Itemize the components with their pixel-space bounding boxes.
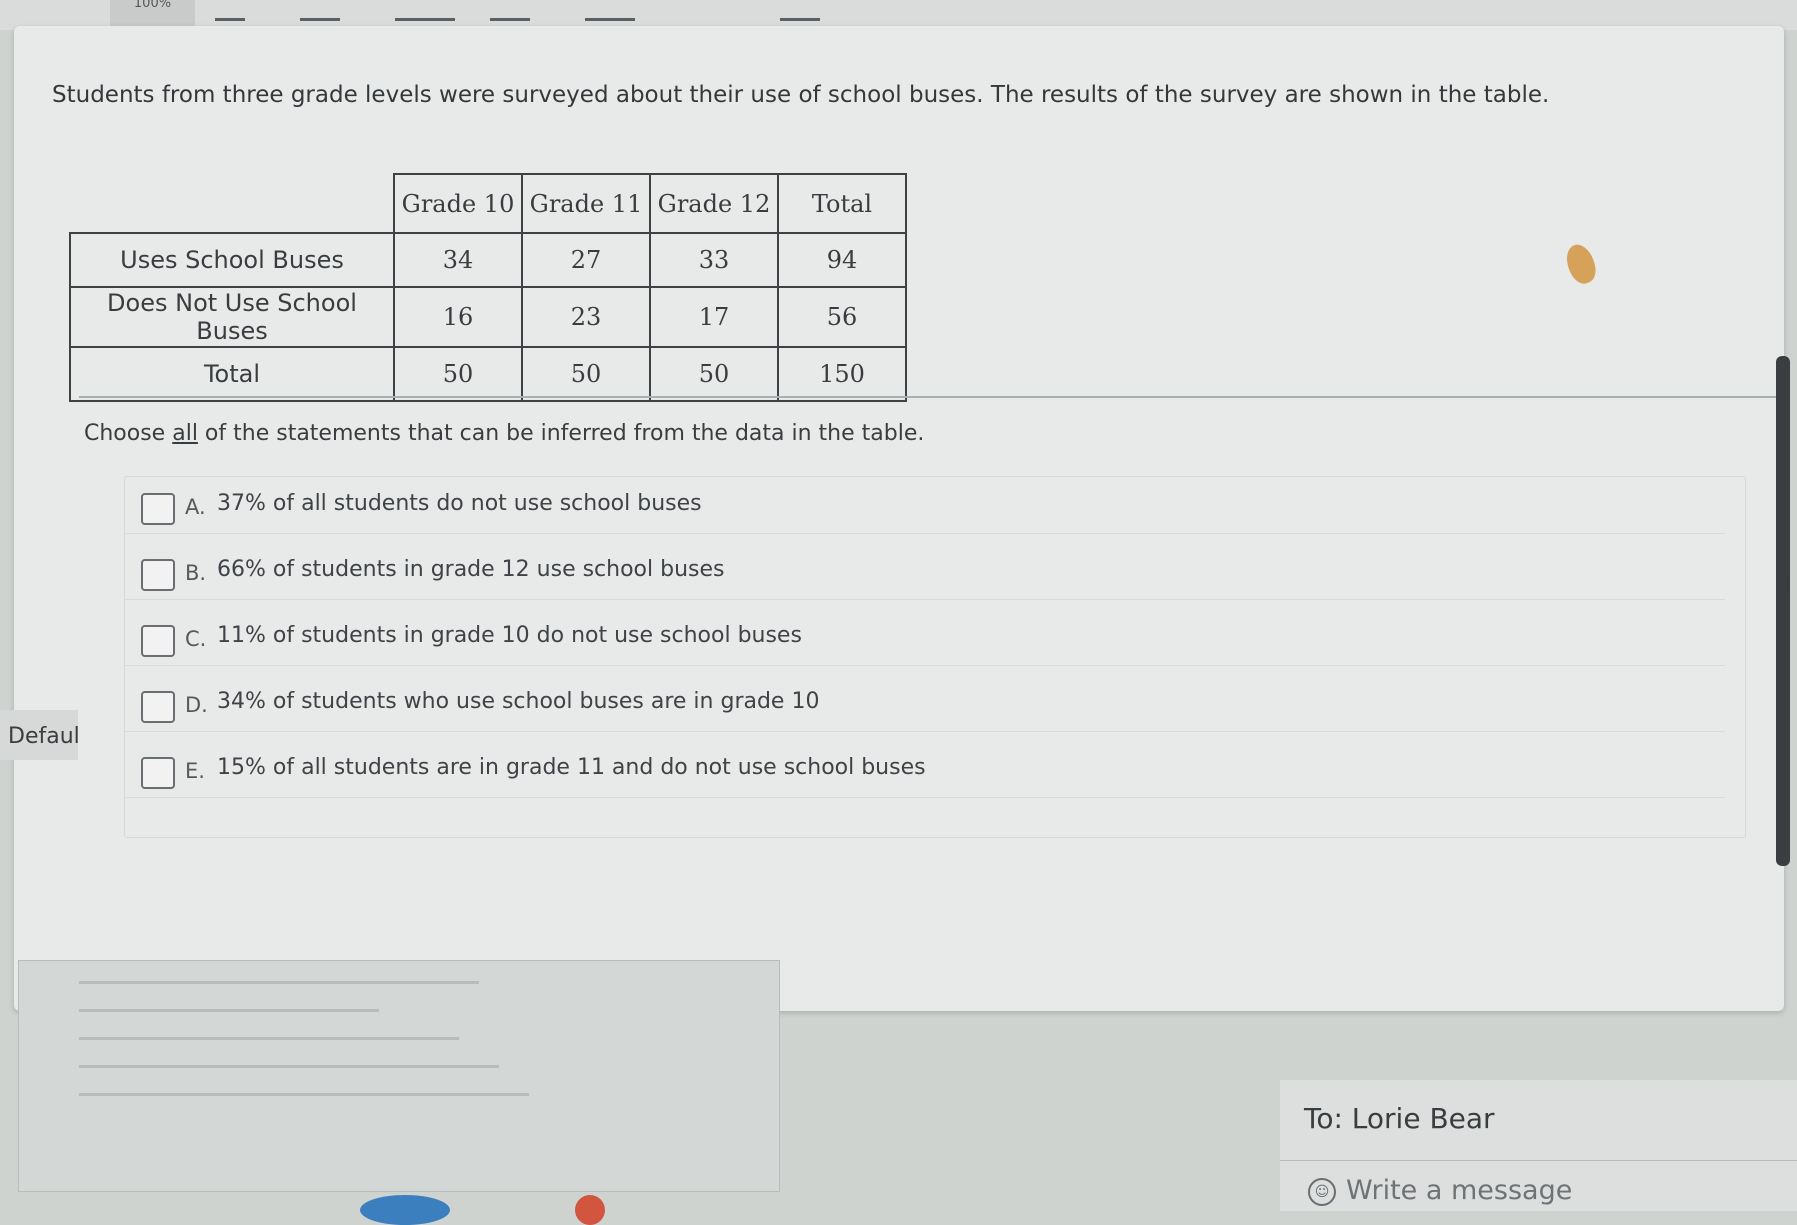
side-fragment: a — [1778, 570, 1792, 595]
instruction-prompt: Choose all of the statements that can be… — [84, 421, 924, 446]
choice-letter: A. — [185, 495, 206, 519]
table-column-header: Grade 10 — [393, 173, 523, 234]
blurred-text-line — [79, 1009, 379, 1012]
table-cell: 50 — [393, 346, 523, 402]
message-divider — [1280, 1160, 1797, 1161]
section-divider — [79, 396, 1779, 398]
choice-text: 15% of all students are in grade 11 and … — [217, 755, 926, 780]
choice-letter: E. — [185, 759, 205, 783]
choice-letter: C. — [185, 627, 207, 651]
table-cell: 150 — [777, 346, 907, 402]
highlighter-tool-icon[interactable] — [395, 0, 455, 21]
choice-d[interactable]: D. 34% of students who use school buses … — [125, 675, 1725, 732]
table-corner-cell — [70, 174, 394, 233]
choice-a[interactable]: A. 37% of all students do not use school… — [125, 477, 1725, 534]
zoom-label: 100% — [133, 0, 172, 11]
table-column-header: Grade 12 — [649, 173, 779, 234]
checkbox-e[interactable] — [141, 757, 175, 789]
table-column-header: Total — [777, 173, 907, 234]
table-cell: 16 — [393, 286, 523, 348]
background-window-preview — [18, 960, 780, 1192]
checkbox-b[interactable] — [141, 559, 175, 591]
message-compose: To: Lorie Bear ☺ Write a message — [1280, 1080, 1797, 1211]
question-panel: Students from three grade levels were su… — [14, 26, 1790, 1011]
emoji-icon[interactable]: ☺ — [1308, 1178, 1336, 1206]
checkbox-c[interactable] — [141, 625, 175, 657]
choice-b[interactable]: B. 66% of students in grade 12 use schoo… — [125, 543, 1725, 600]
table-cell: 94 — [777, 232, 907, 288]
checkbox-d[interactable] — [141, 691, 175, 723]
blurred-text-line — [79, 1065, 499, 1068]
notification-badge-icon[interactable] — [575, 1195, 605, 1225]
prompt-suffix: of the statements that can be inferred f… — [197, 421, 925, 446]
choice-text: 11% of students in grade 10 do not use s… — [217, 623, 802, 648]
question-stem: Students from three grade levels were su… — [52, 82, 1550, 108]
table-cell: 23 — [521, 286, 651, 348]
table-header-row: Grade 10 Grade 11 Grade 12 Total — [70, 173, 907, 234]
choice-text: 66% of students in grade 12 use school b… — [217, 557, 725, 582]
calculator-tool-icon[interactable] — [780, 0, 820, 21]
vertical-scrollbar[interactable] — [1776, 356, 1790, 866]
table-row-label: Uses School Buses — [69, 232, 395, 288]
table-column-header: Grade 11 — [521, 173, 651, 234]
choice-text: 34% of students who use school buses are… — [217, 689, 820, 714]
table-cell: 34 — [393, 232, 523, 288]
choice-e[interactable]: E. 15% of all students are in grade 11 a… — [125, 741, 1725, 798]
choice-letter: D. — [185, 693, 208, 717]
table-row: Uses School Buses 34 27 33 94 — [69, 232, 907, 288]
prompt-emphasis: all — [172, 421, 198, 446]
checkbox-a[interactable] — [141, 493, 175, 525]
pointer-cursor-icon — [1561, 240, 1601, 288]
taskbar-app-icon[interactable] — [360, 1195, 450, 1225]
blurred-text-line — [79, 1093, 529, 1096]
default-tab-label: Defaul — [8, 724, 80, 749]
blurred-text-line — [79, 981, 479, 984]
blurred-text-line — [79, 1037, 459, 1040]
message-recipient: To: Lorie Bear — [1304, 1102, 1495, 1135]
table-cell: 50 — [521, 346, 651, 402]
table-cell: 27 — [521, 232, 651, 288]
table-cell: 17 — [649, 286, 779, 348]
table-row: Total 50 50 50 150 — [69, 346, 907, 402]
question-content: Students from three grade levels were su… — [34, 26, 1790, 1011]
table-row-label: Does Not Use School Buses — [69, 286, 395, 348]
message-input[interactable]: Write a message — [1346, 1175, 1572, 1206]
choice-text: 37% of all students do not use school bu… — [217, 491, 702, 516]
survey-table: Grade 10 Grade 11 Grade 12 Total Uses Sc… — [69, 173, 907, 402]
default-tab[interactable]: Defaul — [0, 710, 80, 760]
table-row-label: Total — [69, 346, 395, 402]
table-cell: 56 — [777, 286, 907, 348]
answer-choices: A. 37% of all students do not use school… — [124, 476, 1746, 838]
choice-letter: B. — [185, 561, 207, 585]
line-tool-icon[interactable] — [300, 0, 340, 21]
table-row: Does Not Use School Buses 16 23 17 56 — [69, 286, 907, 348]
prompt-prefix: Choose — [84, 421, 173, 446]
eraser-tool-icon[interactable] — [490, 0, 530, 21]
shape-tool-icon[interactable] — [585, 0, 635, 21]
table-cell: 50 — [649, 346, 779, 402]
pen-tool-icon[interactable] — [215, 0, 245, 21]
table-cell: 33 — [649, 232, 779, 288]
choice-c[interactable]: C. 11% of students in grade 10 do not us… — [125, 609, 1725, 666]
